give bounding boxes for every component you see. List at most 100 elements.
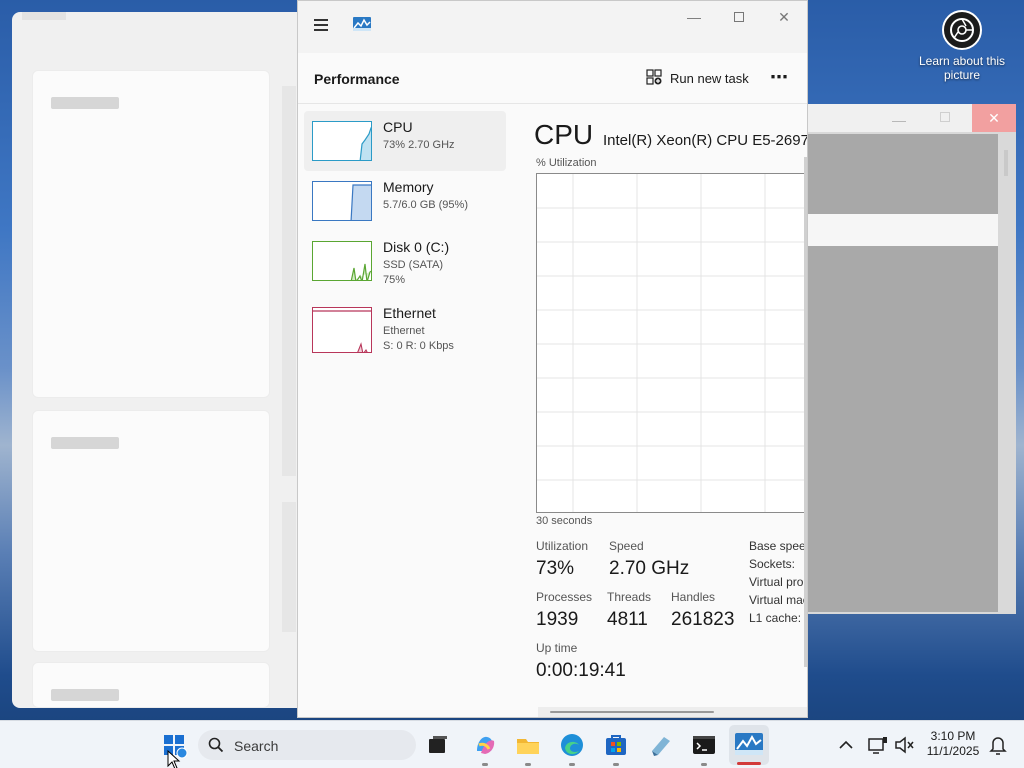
threads-value: 4811 [607,609,648,630]
placeholder-bar [51,97,119,109]
placeholder-bar [51,689,119,701]
content-strip [806,214,998,246]
page-header: Performance Run new task ⋯ [298,53,807,104]
cpu-title: CPU [534,119,594,150]
close-button[interactable]: ✕ [972,104,1016,132]
spotlight-label: Learn about this picture [918,54,1006,82]
sidebar-item-name: Ethernet [383,305,436,321]
uptime-value: 0:00:19:41 [536,660,626,681]
sidebar-item-detail: 75% [383,274,406,286]
sidebar-item-detail: 5.7/6.0 GB (95%) [383,199,468,211]
handles-label: Handles [671,590,716,604]
maximize-button[interactable] [725,9,753,27]
running-indicator [482,763,488,766]
sidebar-item-disk[interactable]: Disk 0 (C:) SSD (SATA) 75% [304,231,506,291]
search-icon [208,737,224,753]
page-title: Performance [314,71,400,87]
minimize-button[interactable]: — [892,112,906,128]
l1-cache-label: L1 cache: [749,611,802,625]
close-button[interactable]: ✕ [770,9,798,27]
terminal-icon[interactable] [690,731,718,766]
sidebar-item-ethernet[interactable]: Ethernet Ethernet S: 0 R: 0 Kbps [304,297,506,357]
file-explorer-icon[interactable] [514,731,542,766]
background-window-right[interactable]: — ✕ [806,104,1016,614]
camera-icon [942,10,982,50]
cpu-utilization-graph [536,173,807,513]
sidebar-item-detail: 73% 2.70 GHz [383,139,455,151]
resource-sidebar: CPU 73% 2.70 GHz Memory 5.7/6.0 GB (95%)… [298,105,510,717]
vertical-scrollbar[interactable] [804,157,807,667]
maximize-icon [734,12,744,22]
speed-label: Speed [609,539,644,553]
task-view-icon[interactable] [424,731,452,759]
maximize-button[interactable] [940,112,950,122]
disk-thumbnail-graph [312,241,372,281]
mouse-cursor-icon [167,750,181,768]
copilot-icon[interactable] [471,731,499,766]
task-manager-icon [735,733,763,755]
run-new-task-button[interactable]: Run new task [646,69,749,88]
network-icon[interactable] [864,731,892,759]
sidebar-item-memory[interactable]: Memory 5.7/6.0 GB (95%) [304,171,506,231]
clock-time: 3:10 PM [930,729,976,743]
utilization-value: 73% [536,558,575,579]
memory-thumbnail-graph [312,181,372,221]
placeholder-bar [51,437,119,449]
background-tab [22,12,66,20]
placeholder-strip [282,502,296,632]
processes-value: 1939 [536,609,579,630]
spotlight-widget[interactable]: Learn about this picture [914,10,1010,82]
edge-browser-icon[interactable] [558,731,586,766]
taskbar-search-box[interactable]: Search [198,730,416,760]
cpu-thumbnail-graph [312,121,372,161]
minimize-button[interactable]: — [680,9,708,27]
utilization-graph-label: % Utilization [536,157,597,169]
notifications-icon[interactable] [984,731,1012,759]
run-task-icon [646,69,662,88]
cpu-detail-panel: CPU Intel(R) Xeon(R) CPU E5-2697 % Utili… [510,105,808,717]
handles-value: 261823 [671,609,735,630]
background-window-left[interactable] [12,12,312,708]
running-indicator [613,763,619,766]
task-manager-window[interactable]: — ✕ Performance Run new task ⋯ CPU 73% 2… [297,0,808,718]
ethernet-thumbnail-graph [312,307,372,353]
system-clock[interactable]: 3:10 PM 11/1/2025 [920,729,986,759]
processes-label: Processes [536,590,593,604]
notepad-icon[interactable] [646,731,674,759]
base-speed-label: Base speed [749,539,808,553]
microsoft-store-icon[interactable] [602,731,630,766]
virtual-machine-label: Virtual mac [749,593,808,607]
more-options-button[interactable]: ⋯ [770,67,789,88]
placeholder-card [32,410,270,652]
running-indicator [525,763,531,766]
chevron-up-icon[interactable] [832,731,860,759]
threads-label: Threads [607,590,652,604]
placeholder-strip [282,86,296,476]
run-new-task-label: Run new task [670,71,749,86]
task-manager-taskbar-button[interactable] [729,725,769,765]
volume-muted-icon[interactable] [890,731,918,759]
sidebar-item-name: Disk 0 (C:) [383,239,450,255]
running-indicator [569,763,575,766]
scrollbar-thumb[interactable] [550,711,714,713]
taskbar: Search 3:10 PM 11/1/2025 [0,720,1024,768]
sidebar-item-cpu[interactable]: CPU 73% 2.70 GHz [304,111,506,171]
scrollbar[interactable] [1004,150,1008,176]
horizontal-scrollbar[interactable] [538,707,807,717]
sidebar-item-detail: Ethernet [383,325,425,337]
titlebar[interactable]: — ✕ [298,1,807,53]
hamburger-menu-icon[interactable] [314,19,328,31]
placeholder-card [32,662,270,708]
clock-date: 11/1/2025 [926,744,980,758]
content-area [806,134,998,214]
uptime-label: Up time [536,641,578,655]
cpu-model: Intel(R) Xeon(R) CPU E5-2697 [603,132,808,149]
running-indicator [701,763,707,766]
task-manager-app-icon [353,17,371,36]
search-placeholder: Search [234,738,279,754]
content-area [806,246,998,612]
sidebar-item-detail: SSD (SATA) [383,259,444,271]
sidebar-item-name: CPU [383,119,413,135]
sidebar-item-detail: S: 0 R: 0 Kbps [383,340,454,352]
speed-value: 2.70 GHz [609,558,690,579]
